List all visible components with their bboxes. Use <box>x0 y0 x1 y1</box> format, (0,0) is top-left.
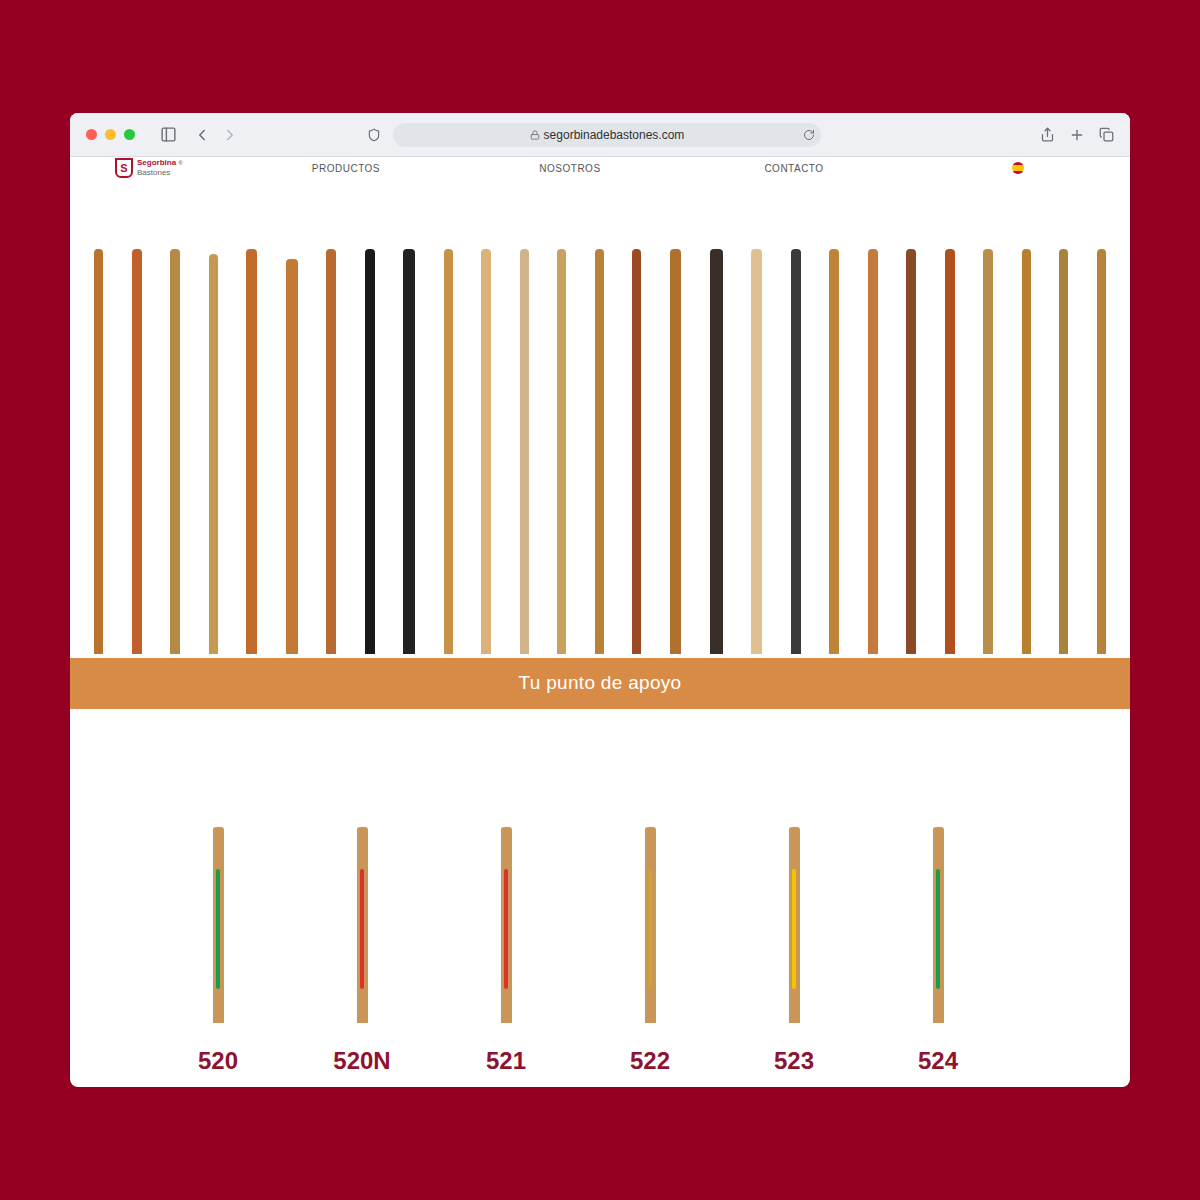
hero-image <box>70 244 1130 654</box>
walking-stick <box>246 249 257 654</box>
close-button[interactable] <box>86 129 97 140</box>
back-icon[interactable] <box>193 126 211 144</box>
nav-item[interactable]: PRODUCTOS <box>234 161 458 176</box>
product-code[interactable]: 520N <box>333 1047 390 1075</box>
site-logo[interactable]: SSegorbina ®Bastones <box>115 158 234 178</box>
walking-stick <box>751 249 762 654</box>
walking-stick <box>906 249 916 654</box>
walking-stick <box>94 249 103 654</box>
share-icon[interactable] <box>1040 127 1055 142</box>
walking-stick <box>983 249 993 654</box>
product-image <box>501 827 512 1023</box>
walking-stick <box>595 249 604 654</box>
site-nav: SSegorbina ®BastonesPRODUCTOSNOSOTROSCON… <box>70 157 1130 179</box>
walking-stick <box>132 249 142 654</box>
walking-stick <box>365 249 375 654</box>
walking-stick <box>170 249 180 654</box>
walking-stick <box>945 249 955 654</box>
forward-icon[interactable] <box>221 126 239 144</box>
walking-stick <box>557 249 566 654</box>
walking-stick <box>1059 249 1068 654</box>
reload-icon[interactable] <box>803 129 815 141</box>
lock-icon <box>530 130 540 140</box>
product-code[interactable]: 520 <box>198 1047 238 1075</box>
product-code[interactable]: 523 <box>774 1047 814 1075</box>
walking-stick <box>403 249 415 654</box>
privacy-shield-icon[interactable] <box>367 128 381 142</box>
walking-stick <box>710 249 723 654</box>
browser-toolbar: segorbinadebastones.com <box>70 113 1130 157</box>
tabs-overview-icon[interactable] <box>1099 127 1114 142</box>
walking-stick <box>209 254 218 654</box>
walking-stick <box>326 249 336 654</box>
product-card[interactable]: 522 <box>578 827 722 1075</box>
product-code[interactable]: 522 <box>630 1047 670 1075</box>
walking-stick <box>286 259 298 654</box>
zoom-button[interactable] <box>124 129 135 140</box>
walking-stick <box>791 249 801 654</box>
language-selector[interactable] <box>906 162 1130 174</box>
new-tab-icon[interactable] <box>1069 127 1085 143</box>
browser-window: segorbinadebastones.com SSegorbina ®Basto… <box>70 113 1130 1087</box>
spain-flag-icon[interactable] <box>1012 162 1024 174</box>
product-image <box>645 827 656 1023</box>
tagline-banner: Tu punto de apoyo <box>70 658 1130 709</box>
product-card[interactable]: 524 <box>866 827 1010 1075</box>
nav-item[interactable]: CONTACTO <box>682 161 906 176</box>
product-card[interactable]: 521 <box>434 827 578 1075</box>
url-text: segorbinadebastones.com <box>544 126 685 144</box>
minimize-button[interactable] <box>105 129 116 140</box>
nav-item[interactable]: NOSOTROS <box>458 161 682 176</box>
walking-stick <box>868 249 878 654</box>
page: segorbinadebastones.com SSegorbina ®Basto… <box>0 0 1200 1200</box>
walking-stick <box>444 249 453 654</box>
product-image <box>933 827 944 1023</box>
product-image <box>357 827 368 1023</box>
sidebar-icon[interactable] <box>160 126 177 143</box>
walking-stick <box>829 249 839 654</box>
product-code[interactable]: 521 <box>486 1047 526 1075</box>
product-card[interactable]: 523 <box>722 827 866 1075</box>
product-image <box>213 827 224 1023</box>
product-card[interactable]: 520 <box>146 827 290 1075</box>
walking-stick <box>632 249 641 654</box>
walking-stick <box>481 249 491 654</box>
walking-stick <box>520 249 529 654</box>
product-list: 520 520N 521 522 523 524 <box>70 827 1130 1075</box>
address-bar[interactable]: segorbinadebastones.com <box>393 123 821 147</box>
product-card[interactable]: 520N <box>290 827 434 1075</box>
walking-stick <box>1022 249 1031 654</box>
product-image <box>789 827 800 1023</box>
product-code[interactable]: 524 <box>918 1047 958 1075</box>
walking-stick <box>670 249 681 654</box>
walking-stick <box>1097 249 1106 654</box>
